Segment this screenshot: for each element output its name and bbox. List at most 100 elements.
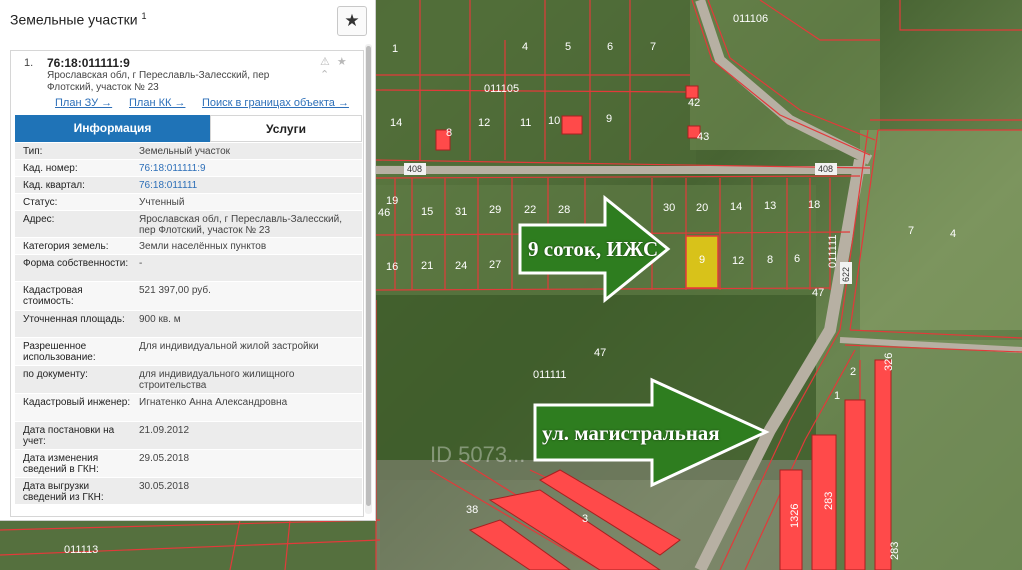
info-row: Форма собственности: -	[15, 255, 362, 282]
info-row: Кад. номер: 76:18:011111:9	[15, 160, 362, 177]
svg-text:283: 283	[823, 492, 835, 510]
result-card: 1. 76:18:011111:9 Ярославская обл, г Пер…	[10, 50, 364, 517]
info-row-value: Для индивидуальной жилой застройки	[139, 341, 319, 352]
info-row-value: 521 397,00 руб.	[139, 285, 211, 296]
svg-text:8: 8	[446, 127, 452, 139]
card-tabs: Информация Услуги	[15, 115, 362, 142]
info-row-label: Форма собственности:	[23, 258, 129, 269]
svg-text:4: 4	[522, 41, 528, 53]
svg-text:46: 46	[378, 207, 390, 219]
svg-text:408: 408	[407, 164, 422, 174]
info-row-value[interactable]: 76:18:011111:9	[139, 163, 357, 174]
plot-callout-text: 9 соток, ИЖС	[528, 237, 659, 261]
svg-text:29: 29	[489, 204, 501, 216]
svg-text:47: 47	[812, 287, 824, 299]
info-row-label: Тип:	[23, 146, 43, 157]
svg-text:20: 20	[696, 202, 708, 214]
info-row: Дата выгрузки сведений из ГКН: 30.05.2018	[15, 478, 362, 505]
card-address-line2: Флотский, участок № 23	[47, 82, 159, 93]
svg-text:10: 10	[548, 115, 560, 127]
panel-title-text: Земельные участки	[10, 11, 138, 28]
svg-text:2: 2	[850, 366, 856, 378]
info-row-label: по документу:	[23, 369, 88, 380]
cadastral-number[interactable]: 76:18:011111:9	[47, 56, 130, 70]
star-icon: ★	[344, 11, 360, 30]
info-row-value: 29.05.2018	[139, 453, 190, 464]
svg-text:1: 1	[834, 390, 840, 402]
svg-text:19: 19	[386, 195, 398, 207]
svg-text:22: 22	[524, 204, 536, 216]
info-row-value: 900 кв. м	[139, 314, 181, 325]
info-row-value: Игнатенко Анна Александровна	[139, 397, 288, 408]
search-in-bounds-link[interactable]: Поиск в границах объекта →	[202, 97, 349, 109]
svg-text:21: 21	[421, 260, 433, 272]
svg-text:27: 27	[489, 259, 501, 271]
info-row: Кадастровая стоимость: 521 397,00 руб.	[15, 282, 362, 311]
svg-text:011106: 011106	[733, 13, 768, 25]
svg-text:5: 5	[565, 41, 571, 53]
svg-text:7: 7	[908, 225, 914, 237]
info-row-value: Ярославская обл, г Переславль-Залесский,…	[139, 214, 342, 236]
card-address: Ярославская обл, г Переславль-Залесский,…	[47, 70, 297, 94]
info-row-label: Статус:	[23, 197, 58, 208]
land-plots-panel: Земельные участки 1 ★ 1. 76:18:011111:9 …	[0, 0, 376, 521]
info-row-label: Кадастровый инженер:	[23, 397, 131, 408]
panel-title: Земельные участки 1	[10, 11, 146, 28]
info-row-label: Дата изменения сведений в ГКН:	[23, 453, 99, 475]
info-row-label: Кад. номер:	[23, 163, 78, 174]
tab-services[interactable]: Услуги	[210, 115, 362, 142]
svg-text:4: 4	[950, 228, 956, 240]
info-row-label: Дата постановки на учет:	[23, 425, 115, 447]
info-row: Дата постановки на учет: 21.09.2012	[15, 422, 362, 450]
svg-text:011113: 011113	[64, 544, 98, 556]
svg-text:1: 1	[392, 43, 398, 55]
svg-text:011111: 011111	[827, 235, 839, 268]
card-address-line1: Ярославская обл, г Переславль-Залесский,…	[47, 70, 270, 81]
info-table: Тип: Земельный участок Кад. номер: 76:18:01…	[15, 143, 362, 505]
svg-text:30: 30	[663, 202, 675, 214]
svg-text:011105: 011105	[484, 83, 519, 95]
info-row-label: Разрешенное использование:	[23, 341, 96, 363]
svg-text:15: 15	[421, 206, 433, 218]
info-row-value: для индивидуального жилищного строительс…	[139, 369, 295, 391]
svg-text:326: 326	[883, 353, 895, 371]
svg-text:42: 42	[688, 97, 700, 109]
info-row-value: Земли населённых пунктов	[139, 241, 267, 252]
info-row-value: -	[139, 258, 143, 269]
info-row: Кад. квартал: 76:18:011111	[15, 177, 362, 194]
info-row: Категория земель: Земли населённых пункто…	[15, 238, 362, 255]
plan-kk-link[interactable]: План КК →	[129, 97, 185, 109]
info-row: Уточненная площадь: 900 кв. м	[15, 311, 362, 338]
info-row-value: Учтенный	[139, 197, 185, 208]
svg-text:6: 6	[794, 253, 800, 265]
panel-header: Земельные участки 1 ★	[0, 0, 376, 42]
svg-text:7: 7	[650, 41, 656, 53]
result-index: 1.	[24, 57, 34, 69]
info-row: Тип: Земельный участок	[15, 143, 362, 160]
info-row-label: Дата выгрузки сведений из ГКН:	[23, 481, 104, 503]
svg-text:1326: 1326	[789, 504, 801, 528]
svg-text:18: 18	[808, 199, 820, 211]
svg-text:31: 31	[455, 206, 467, 218]
info-row: по документу: для индивидуального жилищно…	[15, 366, 362, 394]
road-callout-text: ул. магистральная	[542, 421, 720, 445]
svg-text:13: 13	[764, 200, 776, 212]
info-row: Разрешенное использование: Для индивидуал…	[15, 338, 362, 366]
tab-information[interactable]: Информация	[15, 115, 210, 142]
svg-text:16: 16	[386, 261, 398, 273]
info-row-value[interactable]: 76:18:011111	[139, 180, 357, 191]
favorites-button[interactable]: ★	[337, 6, 367, 36]
info-row-label: Кад. квартал:	[23, 180, 85, 191]
panel-scrollbar-thumb[interactable]	[366, 46, 371, 506]
svg-text:24: 24	[455, 260, 467, 272]
info-row: Кадастровый инженер: Игнатенко Анна Алекс…	[15, 394, 362, 422]
info-row-label: Уточненная площадь:	[23, 314, 125, 325]
info-row-label: Кадастровая стоимость:	[23, 285, 83, 307]
info-row-label: Категория земель:	[23, 241, 109, 252]
plan-zu-link[interactable]: План ЗУ →	[55, 97, 112, 109]
info-row-label: Адрес:	[23, 214, 55, 225]
svg-text:283: 283	[889, 542, 901, 560]
card-action-icons[interactable]: ⚠ ★ ⌃	[320, 55, 363, 81]
svg-text:47: 47	[594, 347, 606, 359]
svg-text:14: 14	[390, 117, 402, 129]
